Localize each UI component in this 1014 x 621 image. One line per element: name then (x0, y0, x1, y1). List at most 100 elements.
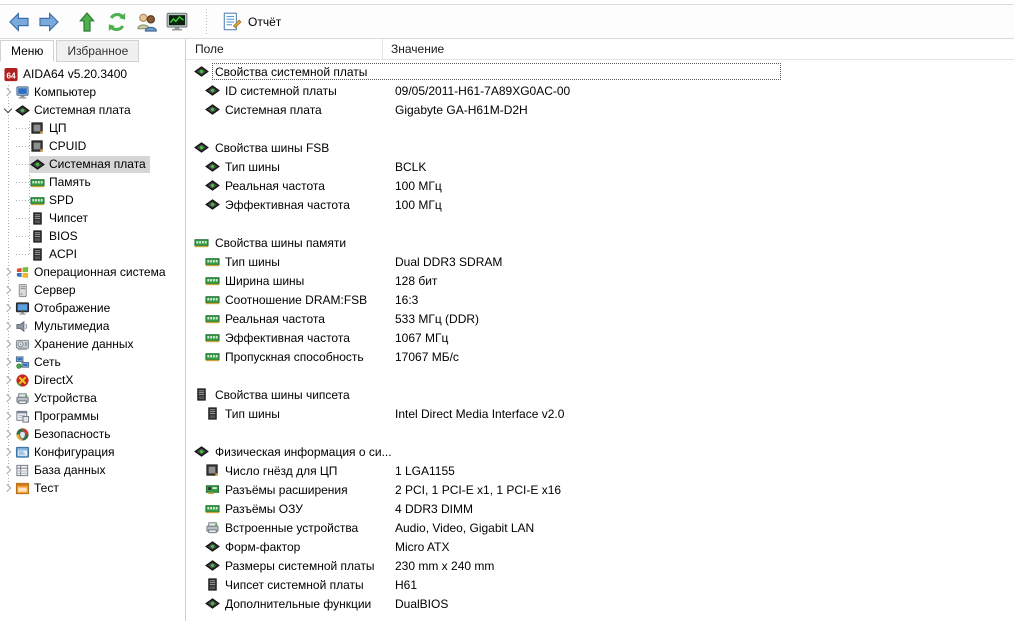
devices-icon (205, 520, 220, 535)
table-row[interactable]: Эффективная частота 1067 МГц (186, 328, 1014, 347)
chevron-right-icon[interactable] (1, 449, 14, 455)
chevron-right-icon[interactable] (1, 485, 14, 491)
chevron-right-icon[interactable] (1, 431, 14, 437)
table-row[interactable]: Системная плата Gigabyte GA-H61M-D2H (186, 100, 1014, 119)
chevron-right-icon[interactable] (1, 269, 14, 275)
table-row[interactable]: Чипсет системной платы H61 (186, 575, 1014, 594)
field-cell: ID системной платы (186, 83, 387, 98)
tree-item[interactable]: Системная плата (0, 155, 185, 173)
table-row[interactable]: Тип шины Dual DDR3 SDRAM (186, 252, 1014, 271)
tree-item[interactable]: Сервер (0, 281, 185, 299)
tree-item[interactable]: Операционная система (0, 263, 185, 281)
table-row[interactable]: Число гнёзд для ЦП 1 LGA1155 (186, 461, 1014, 480)
table-row[interactable]: Встроенные устройства Audio, Video, Gigab… (186, 518, 1014, 537)
table-row[interactable]: Реальная частота 100 МГц (186, 176, 1014, 195)
tree-item[interactable]: Системная плата (0, 101, 185, 119)
tree-item[interactable]: 64 AIDA64 v5.20.3400 (0, 65, 185, 83)
section-header-row[interactable]: Свойства шины памяти (186, 233, 1014, 252)
field-value: 4 DDR3 DIMM (395, 501, 474, 516)
chevron-right-icon[interactable] (1, 341, 14, 347)
tree-item[interactable]: Чипсет (0, 209, 185, 227)
tree-item[interactable]: Конфигурация (0, 443, 185, 461)
toolbar-separator (206, 8, 207, 35)
tree-item[interactable]: Память (0, 173, 185, 191)
tree-item[interactable]: Сеть (0, 353, 185, 371)
field-cell: Эффективная частота (186, 197, 387, 212)
content-area: Меню Избранное 64 AIDA64 v5.20.3400 Компью… (0, 39, 1014, 621)
table-row[interactable]: ID системной платы 09/05/2011-H61-7A89XG0… (186, 81, 1014, 100)
tree-item[interactable]: Хранение данных (0, 335, 185, 353)
tree-item[interactable]: Тест (0, 479, 185, 497)
table-row[interactable]: Размеры системной платы 230 mm x 240 mm (186, 556, 1014, 575)
table-row[interactable]: Дополнительные функции DualBIOS (186, 594, 1014, 613)
report-button[interactable]: Отчёт (213, 8, 289, 36)
up-button[interactable] (72, 8, 102, 36)
chip-icon (194, 387, 209, 402)
chevron-right-icon[interactable] (1, 323, 14, 329)
tree-item-label: Чипсет (49, 211, 88, 225)
chevron-right-icon[interactable] (1, 305, 14, 311)
column-header-value[interactable]: Значение (383, 42, 444, 56)
tree-item[interactable]: BIOS (0, 227, 185, 245)
field-cell: Тип шины (186, 254, 387, 269)
tree-item[interactable]: Мультимедиа (0, 317, 185, 335)
tree-item[interactable]: База данных (0, 461, 185, 479)
tree-item-content: Память (29, 174, 95, 191)
chevron-right-icon[interactable] (1, 359, 14, 365)
chevron-right-icon[interactable] (1, 395, 14, 401)
tree-item-label: Программы (34, 409, 99, 423)
table-row[interactable]: Разъёмы расширения 2 PCI, 1 PCI-E x1, 1 P… (186, 480, 1014, 499)
chip-icon (205, 577, 220, 592)
table-row[interactable]: Ширина шины 128 бит (186, 271, 1014, 290)
table-row[interactable]: Разъёмы ОЗУ 4 DDR3 DIMM (186, 499, 1014, 518)
tree-item[interactable]: SPD (0, 191, 185, 209)
chevron-right-icon[interactable] (1, 413, 14, 419)
tree-item[interactable]: DirectX (0, 371, 185, 389)
field-value: 1 LGA1155 (395, 463, 455, 478)
tree-item[interactable]: ЦП (0, 119, 185, 137)
tree-item-content: 64 AIDA64 v5.20.3400 (3, 66, 131, 83)
tree-item[interactable]: ACPI (0, 245, 185, 263)
system-monitor-button[interactable] (162, 8, 192, 36)
table-row[interactable]: Тип шины BCLK (186, 157, 1014, 176)
chevron-right-icon[interactable] (1, 467, 14, 473)
tree-item[interactable]: Устройства (0, 389, 185, 407)
section-header-row[interactable]: Свойства шины чипсета (186, 385, 1014, 404)
section-header-row[interactable]: Физическая информация о си... (186, 442, 1014, 461)
chevron-right-icon[interactable] (1, 287, 14, 293)
chevron-right-icon[interactable] (1, 377, 14, 383)
tree-item[interactable]: CPUID (0, 137, 185, 155)
tab-favorites[interactable]: Избранное (56, 40, 140, 62)
column-header-field[interactable]: Поле (186, 39, 383, 59)
table-row[interactable]: Соотношение DRAM:FSB 16:3 (186, 290, 1014, 309)
tree-item[interactable]: Отображение (0, 299, 185, 317)
tab-menu[interactable]: Меню (0, 40, 55, 62)
tree-item-label: Сеть (34, 355, 61, 369)
network-icon (15, 355, 30, 370)
refresh-button[interactable] (102, 8, 132, 36)
table-row[interactable]: Эффективная частота 100 МГц (186, 195, 1014, 214)
devices-icon (15, 391, 30, 406)
directx-icon (15, 373, 30, 388)
chevron-right-icon[interactable] (1, 89, 14, 95)
tree-item[interactable]: Безопасность (0, 425, 185, 443)
field-cell: Размеры системной платы (186, 558, 387, 573)
field-cell: Разъёмы расширения (186, 482, 387, 497)
column-headers: Поле Значение (186, 39, 1014, 60)
table-row[interactable]: Тип шины Intel Direct Media Interface v2.… (186, 404, 1014, 423)
section-title-box: Свойства шины чипсета (212, 386, 781, 403)
users-button[interactable] (132, 8, 162, 36)
tree-item[interactable]: Программы (0, 407, 185, 425)
ram-icon (194, 235, 209, 250)
section-header-row[interactable]: Свойства системной платы (186, 62, 1014, 81)
table-row[interactable]: Реальная частота 533 МГц (DDR) (186, 309, 1014, 328)
section-header-row[interactable]: Свойства шины FSB (186, 138, 1014, 157)
tree-item[interactable]: Компьютер (0, 83, 185, 101)
back-button[interactable] (4, 8, 34, 36)
forward-button[interactable] (34, 8, 64, 36)
users-icon (135, 10, 159, 34)
table-row[interactable]: Форм-фактор Micro ATX (186, 537, 1014, 556)
table-row[interactable]: Пропускная способность 17067 МБ/с (186, 347, 1014, 366)
chevron-down-icon[interactable] (1, 108, 14, 112)
tree-item-label: CPUID (49, 139, 87, 153)
